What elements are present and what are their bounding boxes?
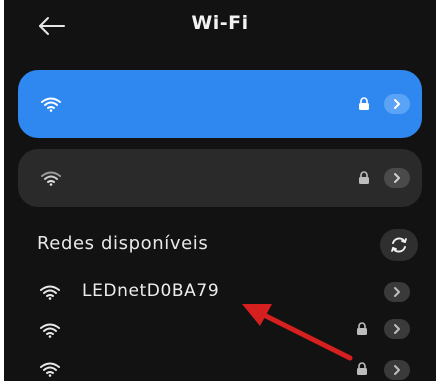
- network-details-button[interactable]: [384, 94, 410, 114]
- lock-icon: [359, 171, 369, 184]
- chevron-right-icon: [394, 365, 400, 375]
- wifi-icon: [40, 362, 60, 377]
- red-arrow-icon: [242, 304, 353, 361]
- refresh-icon: [391, 237, 407, 253]
- page-title: Wi-Fi: [191, 12, 249, 34]
- network-details-button[interactable]: [384, 168, 410, 188]
- network-details-button[interactable]: [384, 319, 410, 339]
- network-details-button[interactable]: [384, 282, 410, 302]
- network-name: LEDnetD0BA79: [82, 281, 220, 301]
- lock-icon: [359, 97, 369, 110]
- list-item-network[interactable]: [4, 318, 436, 354]
- available-networks-title: Redes disponíveis: [37, 233, 209, 254]
- header: Wi-Fi: [4, 0, 436, 52]
- wifi-settings-screen: Wi-Fi Redes disponíveis LEDnetD0BA79: [4, 0, 436, 381]
- connected-network-card[interactable]: [18, 70, 422, 138]
- refresh-button[interactable]: [380, 229, 418, 261]
- wifi-icon: [40, 323, 60, 338]
- wifi-icon: [40, 285, 60, 300]
- chevron-right-icon: [394, 99, 400, 109]
- chevron-right-icon: [394, 173, 400, 183]
- chevron-right-icon: [394, 324, 400, 334]
- wifi-icon: [41, 97, 61, 112]
- list-item-network[interactable]: LEDnetD0BA79: [4, 279, 436, 315]
- wifi-icon: [41, 171, 61, 186]
- list-item-network[interactable]: [4, 356, 436, 381]
- chevron-right-icon: [394, 287, 400, 297]
- saved-network-card[interactable]: [18, 149, 422, 207]
- network-details-button[interactable]: [384, 360, 410, 380]
